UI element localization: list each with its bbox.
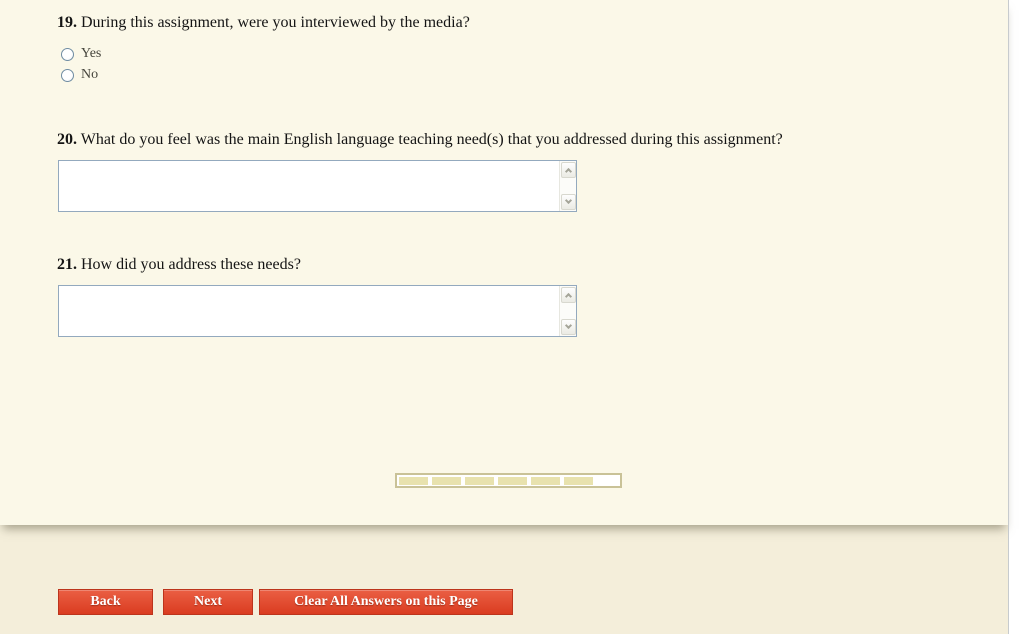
clear-all-answers-button[interactable]: Clear All Answers on this Page (259, 589, 513, 615)
back-button[interactable]: Back (58, 589, 153, 615)
survey-footer: Back Next Clear All Answers on this Page (0, 525, 1008, 634)
chevron-up-icon (564, 167, 573, 176)
radio-label-no[interactable]: No (81, 67, 98, 83)
chevron-down-icon (564, 196, 573, 205)
question-21-number: 21. (57, 256, 77, 273)
question-21-text: How did you address these needs? (81, 256, 301, 273)
progress-bar-fill (397, 475, 620, 486)
question-21-textarea[interactable] (59, 286, 559, 336)
question-19-text: During this assignment, were you intervi… (81, 14, 470, 31)
answer-option-yes[interactable]: Yes (61, 46, 101, 62)
radio-button-yes[interactable] (61, 47, 74, 61)
scroll-up-button[interactable] (561, 162, 576, 178)
survey-page: 19. During this assignment, were you int… (0, 0, 1020, 637)
scroll-down-button[interactable] (561, 194, 576, 210)
question-21-answer-box (58, 285, 577, 337)
progress-bar (395, 473, 622, 488)
progress-segment (498, 476, 527, 485)
question-20-text: What do you feel was the main English la… (80, 131, 783, 148)
progress-segment (564, 476, 593, 485)
scroll-down-button[interactable] (561, 319, 576, 335)
survey-content-area: 19. During this assignment, were you int… (0, 0, 1008, 525)
progress-segment (399, 476, 428, 485)
question-19: 19. During this assignment, were you int… (57, 14, 470, 32)
next-button[interactable]: Next (163, 589, 253, 615)
question-20-number: 20. (57, 131, 77, 148)
scroll-up-button[interactable] (561, 287, 576, 303)
page-right-edge-line (1008, 0, 1009, 634)
question-20-answer-box (58, 160, 577, 212)
question-21-scrollbar[interactable] (559, 286, 576, 336)
question-20: 20. What do you feel was the main Englis… (57, 131, 783, 149)
question-19-number: 19. (57, 14, 77, 31)
progress-segment (531, 476, 560, 485)
chevron-up-icon (564, 292, 573, 301)
progress-segment (432, 476, 461, 485)
question-21: 21. How did you address these needs? (57, 256, 301, 274)
radio-label-yes[interactable]: Yes (81, 46, 101, 62)
question-20-scrollbar[interactable] (559, 161, 576, 211)
chevron-down-icon (564, 321, 573, 330)
radio-button-no[interactable] (61, 68, 74, 82)
progress-segment (465, 476, 494, 485)
question-20-textarea[interactable] (59, 161, 559, 211)
answer-option-no[interactable]: No (61, 67, 98, 83)
